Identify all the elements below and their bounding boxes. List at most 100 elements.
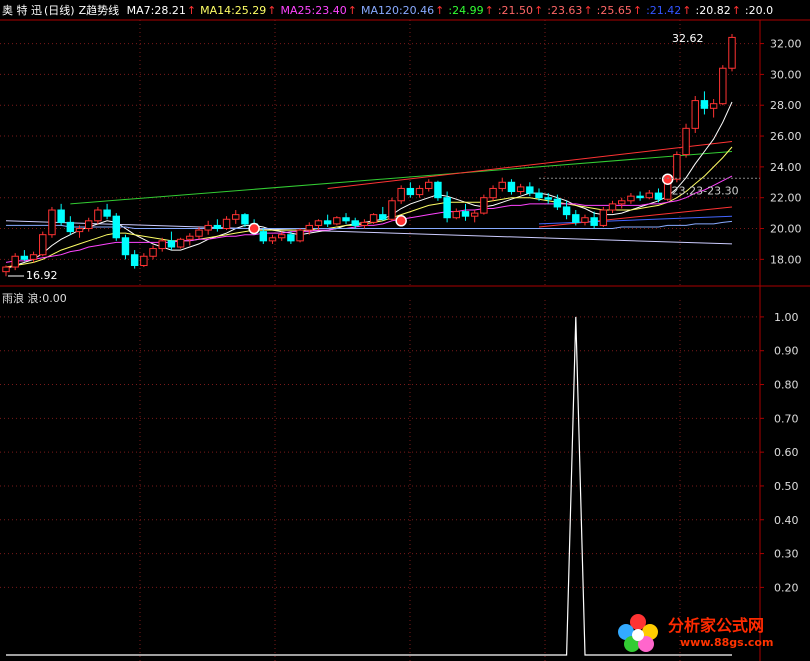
candle-body	[406, 187, 415, 196]
candle-body	[112, 215, 120, 239]
candle-body	[323, 220, 332, 225]
candle-body	[314, 220, 323, 226]
ind-y-tick-label: 0.60	[774, 446, 799, 459]
candle-body	[572, 214, 580, 223]
candle-body	[287, 234, 295, 242]
low-price-label: 16.92	[26, 269, 58, 282]
candle-body	[277, 234, 286, 239]
candle-body	[167, 240, 176, 248]
ind-y-tick-label: 0.90	[774, 345, 799, 358]
candle-body	[682, 127, 690, 156]
candle-body	[222, 218, 231, 230]
candle-body	[709, 103, 718, 109]
candle-body	[719, 67, 727, 105]
candle-body	[480, 197, 488, 214]
candle-body	[608, 203, 617, 211]
y-tick-label: 30.00	[770, 68, 802, 81]
candle-body	[66, 221, 75, 233]
y-tick-label: 22.00	[770, 192, 802, 205]
candle-body	[691, 100, 699, 129]
candle-body	[20, 255, 29, 260]
high-price-label: 32.62	[672, 32, 704, 45]
candle-body	[700, 100, 709, 109]
candle-body	[654, 192, 663, 200]
candle-body	[581, 217, 589, 223]
ind-y-tick-label: 0.50	[774, 480, 799, 493]
candle-body	[103, 209, 111, 217]
candle-body	[590, 217, 598, 226]
candle-body	[379, 214, 387, 220]
watermark-url: www.88gs.com	[680, 636, 774, 649]
candle-body	[507, 181, 516, 193]
candle-body	[636, 195, 644, 199]
candle-body	[342, 217, 350, 222]
candle-body	[204, 224, 212, 231]
candle-body	[57, 209, 65, 223]
buy-signal-icon	[661, 173, 674, 185]
candle-body	[461, 211, 470, 217]
candle-body	[241, 214, 249, 225]
candle-body	[627, 195, 635, 202]
chart-window: { "legend": { "stock_name": "奥 特 迅", "pe…	[0, 0, 810, 661]
candle-body	[516, 186, 525, 193]
ind-y-tick-label: 1.00	[774, 311, 799, 324]
candle-body	[535, 192, 543, 199]
range-label: 23.23-23.30	[672, 184, 739, 197]
candle-body	[599, 209, 608, 226]
ind-y-tick-label: 0.30	[774, 548, 799, 561]
candle-body	[618, 200, 626, 205]
candle-body	[397, 187, 405, 202]
candle-body	[388, 200, 396, 220]
candle-body	[149, 248, 157, 257]
candle-body	[94, 209, 102, 222]
candle-body	[498, 181, 506, 189]
candle-body	[195, 229, 203, 237]
candle-body	[415, 187, 424, 196]
chart-canvas: 18.00 20.00 22.00 24.00 26.00 28.00 30.00 32.00…	[0, 19, 810, 661]
candle-body	[452, 211, 461, 219]
candle-body	[39, 234, 47, 256]
candle-body	[268, 237, 277, 242]
ma-line-ma7	[5, 101, 733, 270]
candle-body	[360, 221, 369, 226]
candle-body	[296, 229, 304, 242]
candle-body	[562, 206, 571, 216]
y-tick-label: 26.00	[770, 130, 802, 143]
candle-body	[75, 228, 84, 233]
candle-body	[2, 266, 10, 273]
candle-body	[48, 209, 56, 236]
candle-body	[232, 214, 240, 220]
candle-body	[213, 224, 222, 230]
candle-body	[121, 237, 130, 256]
candle-body	[544, 197, 552, 200]
ind-y-tick-label: 0.80	[774, 379, 799, 392]
watermark-text: 分析家公式网	[668, 616, 765, 635]
candle-body	[728, 36, 736, 69]
buy-signal-icon	[248, 222, 260, 235]
y-tick-label: 28.00	[770, 99, 802, 112]
candle-body	[84, 220, 93, 230]
candle-body	[434, 181, 442, 199]
candle-body	[140, 255, 148, 267]
candle-body	[176, 238, 185, 248]
candle-body	[526, 186, 534, 194]
candle-body	[333, 217, 341, 225]
candle-body	[489, 187, 497, 199]
candle-body	[553, 198, 562, 208]
candle-body	[470, 212, 479, 217]
candle-body	[673, 154, 681, 180]
candle-body	[425, 181, 433, 189]
candle-body	[369, 214, 378, 223]
candle-body	[443, 197, 451, 219]
candle-body	[186, 235, 194, 240]
ind-y-tick-label: 0.70	[774, 412, 799, 425]
candle-body	[130, 254, 139, 267]
candle-body	[305, 224, 313, 231]
flower-logo-icon	[618, 614, 658, 652]
y-tick-label: 20.00	[770, 223, 802, 236]
ind-y-tick-label: 0.40	[774, 514, 799, 527]
ma-line-ma14	[5, 146, 733, 268]
candle-body	[259, 231, 268, 242]
candle-body	[11, 255, 19, 268]
candle-body	[29, 254, 38, 260]
